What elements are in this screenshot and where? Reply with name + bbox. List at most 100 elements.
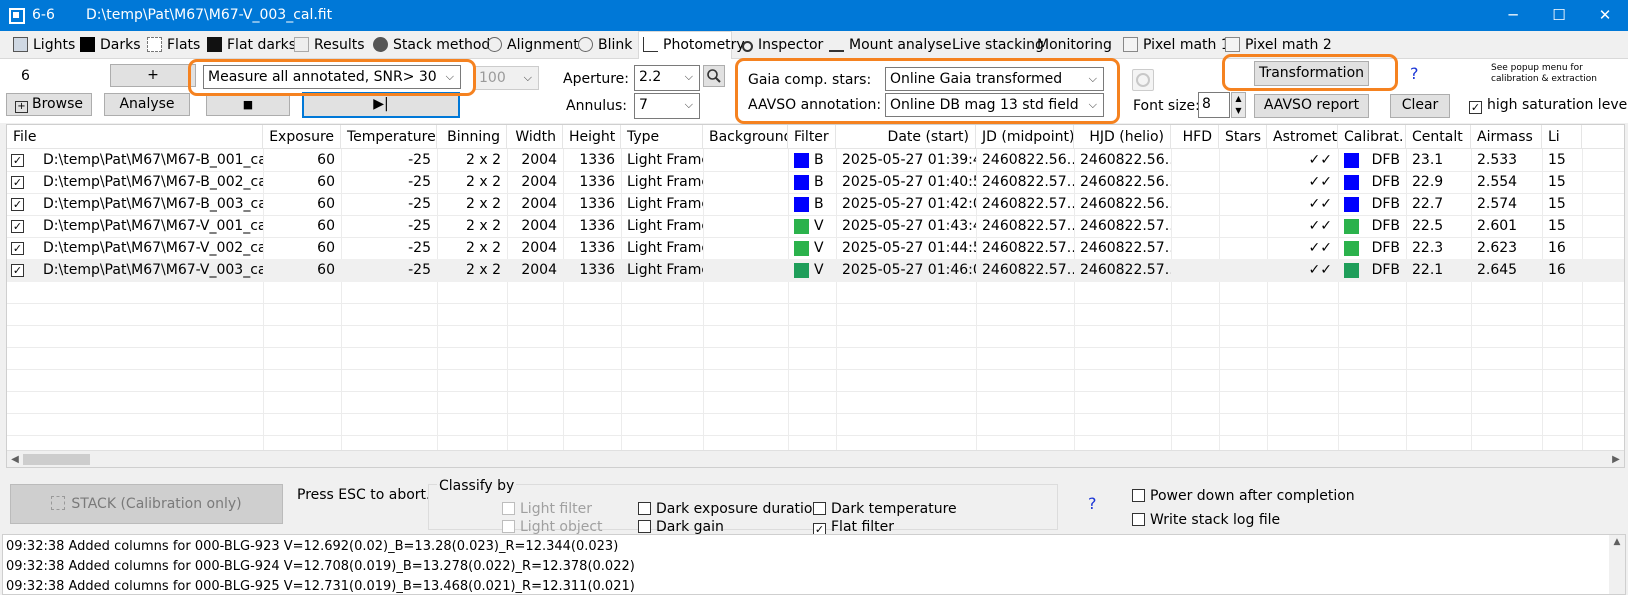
maximize-button[interactable]: ☐ — [1536, 0, 1582, 31]
tab-flat-darks[interactable]: Flat darks — [203, 33, 296, 59]
cell-jd: 2460822.57… — [982, 262, 1074, 278]
column-header[interactable]: Calibrat… — [1338, 125, 1406, 149]
column-header[interactable]: Width — [507, 125, 563, 149]
column-header[interactable]: File — [7, 125, 263, 149]
column-header[interactable]: Temperature — [341, 125, 437, 149]
row-checkbox[interactable]: ✓ — [11, 220, 24, 233]
add-files-button[interactable]: + — [110, 64, 196, 87]
tab-blink[interactable]: Blink — [574, 33, 633, 59]
limit-select[interactable]: 100 ⌵ — [474, 66, 539, 90]
column-header[interactable]: HJD (helio) — [1074, 125, 1171, 149]
close-button[interactable]: ✕ — [1582, 0, 1628, 31]
classify-help-link[interactable]: ? — [1088, 494, 1097, 513]
transformation-button[interactable]: Transformation — [1254, 61, 1369, 86]
tab-alignment[interactable]: Alignment — [483, 33, 579, 59]
scroll-thumb[interactable] — [23, 454, 90, 465]
cell-height: 1336 — [579, 218, 615, 234]
tab-pixel-math-1[interactable]: Pixel math 1 — [1119, 33, 1230, 59]
row-checkbox[interactable]: ✓ — [11, 154, 24, 167]
column-header[interactable]: Airmass — [1471, 125, 1542, 149]
analyse-button[interactable]: Analyse — [104, 93, 190, 116]
tab-live-stacking[interactable]: Live stacking — [948, 33, 1044, 59]
log-memo[interactable]: ▲ 09:32:38 Added columns for 000-BLG-923… — [2, 534, 1626, 595]
cell-type: Light Frame — [627, 152, 703, 168]
light-filter-checkbox[interactable]: Light filter — [502, 501, 592, 517]
aavso-annotation-select[interactable]: Online DB mag 13 std field ⌵ — [885, 93, 1104, 117]
dark-exposure-checkbox[interactable]: Dark exposure duration — [638, 501, 821, 517]
light-object-checkbox[interactable]: Light object — [502, 519, 603, 535]
tab-results[interactable]: Results — [290, 33, 365, 59]
tab-label: Pixel math 2 — [1245, 37, 1332, 53]
measure-mode-select[interactable]: Measure all annotated, SNR> 30 ⌵ — [203, 65, 461, 89]
tab-darks[interactable]: Darks — [76, 33, 141, 59]
clear-button[interactable]: Clear — [1390, 94, 1450, 118]
column-header[interactable]: Binning — [437, 125, 507, 149]
power-down-checkbox[interactable]: Power down after completion — [1132, 488, 1355, 504]
dark-temperature-checkbox[interactable]: Dark temperature — [813, 501, 957, 517]
annulus-select[interactable]: 7 ⌵ — [634, 93, 700, 119]
column-header[interactable]: Stars — [1219, 125, 1267, 149]
row-checkbox[interactable]: ✓ — [11, 264, 24, 277]
font-size-stepper[interactable]: ▲ ▼ — [1231, 92, 1246, 118]
row-checkbox[interactable]: ✓ — [11, 176, 24, 189]
column-header[interactable]: Li — [1542, 125, 1582, 149]
tab-lights[interactable]: Lights — [9, 33, 75, 59]
tab-inspector[interactable]: Inspector — [738, 33, 823, 59]
stack-button[interactable]: STACK (Calibration only) — [10, 484, 283, 524]
table-row[interactable]: ✓ D:\temp\Pat\M67\M67-B_003_cal.fit 60 -25 2… — [7, 193, 1624, 216]
column-header[interactable]: Background — [703, 125, 788, 149]
help-link[interactable]: ? — [1410, 64, 1419, 83]
stop-button[interactable]: ■ — [206, 93, 290, 116]
write-log-checkbox[interactable]: Write stack log file — [1132, 512, 1280, 528]
play-button[interactable]: ▶| — [302, 92, 460, 118]
annulus-label: Annulus: — [566, 98, 627, 114]
filter-color-swatch — [794, 263, 809, 278]
cell-date: 2025-05-27 01:43:40 — [842, 218, 976, 234]
aperture-select[interactable]: 2.2 ⌵ — [634, 65, 700, 91]
font-size-value: 8 — [1202, 96, 1211, 112]
sync-icon[interactable] — [1132, 69, 1154, 91]
row-checkbox[interactable]: ✓ — [11, 242, 24, 255]
column-header[interactable]: Height — [563, 125, 621, 149]
scroll-right-icon[interactable]: ▶ — [1609, 451, 1623, 467]
stack-icon — [51, 496, 66, 510]
gaia-select[interactable]: Online Gaia transformed ⌵ — [885, 67, 1104, 91]
browse-label: Browse — [32, 96, 83, 112]
row-checkbox[interactable]: ✓ — [11, 198, 24, 211]
tab-mount-analyse[interactable]: Mount analyse — [825, 33, 951, 59]
tab-pixel-math-2[interactable]: Pixel math 2 — [1221, 33, 1332, 59]
cell-type: Light Frame — [627, 196, 703, 212]
table-row[interactable]: ✓ D:\temp\Pat\M67\M67-V_002_cal.fit 60 -25 2… — [7, 237, 1624, 260]
zoom-search-button[interactable] — [703, 65, 725, 87]
log-scrollbar[interactable]: ▲ — [1609, 535, 1625, 594]
table-row[interactable]: ✓ D:\temp\Pat\M67\M67-B_001_cal.fit 60 -25 2… — [7, 149, 1624, 172]
magnifier-icon — [707, 69, 721, 83]
dark-gain-checkbox[interactable]: Dark gain — [638, 519, 724, 535]
high-saturation-checkbox[interactable]: ✓ high saturation level — [1469, 97, 1628, 114]
table-row[interactable]: ✓ D:\temp\Pat\M67\M67-B_002_cal.fit 60 -25 2… — [7, 171, 1624, 194]
scroll-left-icon[interactable]: ◀ — [8, 451, 22, 467]
horizontal-scrollbar[interactable]: ◀ ▶ — [7, 450, 1624, 467]
browse-button[interactable]: + Browse — [6, 93, 92, 116]
table-row[interactable]: ✓ D:\temp\Pat\M67\M67-V_003_cal.fit 60 -25 2… — [7, 259, 1624, 282]
tab-photometry[interactable]: Photometry — [638, 31, 745, 60]
column-header[interactable]: HFD — [1171, 125, 1219, 149]
column-header[interactable]: JD (midpoint) — [976, 125, 1074, 149]
flats-icon — [147, 37, 162, 52]
column-header[interactable]: Centalt — [1406, 125, 1471, 149]
table-row[interactable]: ✓ D:\temp\Pat\M67\M67-V_001_cal.fit 60 -25 2… — [7, 215, 1624, 238]
font-size-input[interactable]: 8 — [1198, 92, 1230, 118]
column-header[interactable]: Filter — [788, 125, 836, 149]
column-header[interactable]: Type — [621, 125, 703, 149]
cell-height: 1336 — [579, 196, 615, 212]
minimize-button[interactable]: ─ — [1490, 0, 1536, 31]
column-header[interactable]: Exposure — [263, 125, 341, 149]
tab-monitoring[interactable]: Monitoring — [1033, 33, 1114, 59]
column-header[interactable]: Astromet… — [1267, 125, 1338, 149]
tab-stack-method[interactable]: Stack method — [369, 33, 490, 59]
tab-flats[interactable]: Flats — [143, 33, 201, 59]
mount-analyse-icon — [829, 37, 844, 52]
aavso-report-button[interactable]: AAVSO report — [1254, 94, 1369, 118]
column-header[interactable]: Date (start) — [836, 125, 976, 149]
tab-label: Flats — [167, 37, 201, 53]
